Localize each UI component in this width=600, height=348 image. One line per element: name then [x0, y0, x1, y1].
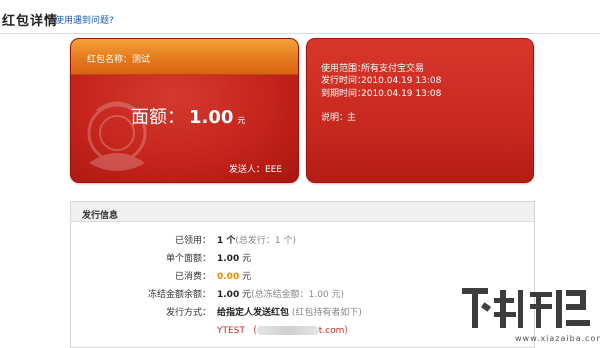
- amount-unit: 元: [237, 116, 246, 125]
- frozen-note: (总冻结金额：1.00 元): [251, 290, 345, 300]
- claimed-label: 已领用：: [174, 236, 211, 246]
- description-value: 主: [347, 113, 357, 123]
- recipient-open: （: [247, 326, 257, 336]
- claimed-note: (总发行：1 个): [235, 236, 297, 246]
- redacted-email-blur: [256, 326, 319, 335]
- consumed-label: 已消费：: [174, 272, 211, 282]
- consumed-row: 已消费： 0.00 元: [71, 269, 536, 283]
- sender-label: 发送人：: [228, 165, 265, 175]
- consumed-unit: 元: [242, 272, 252, 282]
- consumed-group: 0.00 元: [217, 269, 251, 282]
- issue-time-line: 发行时间：2010.04.19 13:08: [321, 73, 441, 86]
- sender-value: EEE: [264, 165, 282, 175]
- unit-amount-label: 单个面额：: [165, 254, 211, 264]
- red-envelope-card: 红包名称：测试 面额： 1.00 元 发送人：EEE: [70, 38, 299, 183]
- watermark-url: www.xiazaiba.com: [515, 334, 600, 343]
- recipient-email-suffix: t.com: [318, 326, 345, 336]
- issue-time-value: 2010.04.19 13:08: [361, 76, 442, 86]
- envelope-amount: 面额： 1.00 元: [131, 103, 245, 129]
- issue-time-label: 发行时间：: [321, 76, 367, 86]
- page-title: 红包详情: [2, 14, 59, 29]
- expire-time-label: 到期时间：: [321, 89, 367, 99]
- amount-label: 面额：: [131, 107, 185, 128]
- method-value: 给指定人发送红包: [217, 308, 290, 318]
- panel-title: 发行信息: [82, 211, 119, 221]
- envelope-sender: 发送人：EEE: [229, 162, 282, 175]
- description-line: 说明：主: [321, 110, 356, 123]
- method-group: 给指定人发送红包 (红包持有者如下): [217, 305, 362, 318]
- unit-amount-row: 单个面额： 1.00 元: [71, 251, 536, 265]
- frozen-group: 1.00 元(总冻结金额：1.00 元): [217, 287, 344, 300]
- frozen-unit: 元: [242, 290, 252, 300]
- claimed-row: 已领用： 1 个(总发行：1 个): [71, 233, 536, 247]
- unit-amount-group: 1.00 元: [217, 251, 251, 264]
- method-label: 发行方式：: [165, 308, 211, 318]
- recipient-row: YTEST （ t.com）: [217, 323, 353, 336]
- envelope-name-value: 测试: [132, 55, 151, 65]
- site-logo-icon: [462, 288, 590, 328]
- frozen-label: 冻结金额余额：: [147, 290, 211, 300]
- help-link[interactable]: 使用遇到问题?: [55, 13, 114, 26]
- envelope-name-label: 红包名称：: [87, 55, 133, 65]
- unit-amount-value: 1.00: [217, 254, 240, 264]
- expire-time-value: 2010.04.19 13:08: [361, 89, 442, 99]
- unit-amount-unit: 元: [242, 254, 252, 264]
- consumed-value: 0.00: [217, 272, 240, 282]
- claimed-value: 1 个: [217, 236, 236, 246]
- amount-value: 1.00: [189, 107, 234, 128]
- page-header: 红包详情 使用遇到问题?: [0, 0, 600, 34]
- frozen-value: 1.00: [217, 290, 240, 300]
- method-note: (红包持有者如下): [291, 308, 362, 318]
- recipient-close: ）: [344, 326, 354, 336]
- expire-time-line: 到期时间：2010.04.19 13:08: [321, 86, 441, 99]
- claimed-value-group: 1 个(总发行：1 个): [217, 233, 296, 246]
- card-name-band: 红包名称：测试: [71, 39, 298, 75]
- envelope-info-card: 使用范围：所有支付宝交易 发行时间：2010.04.19 13:08 到期时间：…: [306, 38, 534, 183]
- description-label: 说明：: [321, 113, 349, 123]
- panel-header: 发行信息: [71, 202, 534, 222]
- envelope-name: 红包名称：测试: [87, 52, 150, 65]
- recipient-name: YTEST: [217, 326, 245, 336]
